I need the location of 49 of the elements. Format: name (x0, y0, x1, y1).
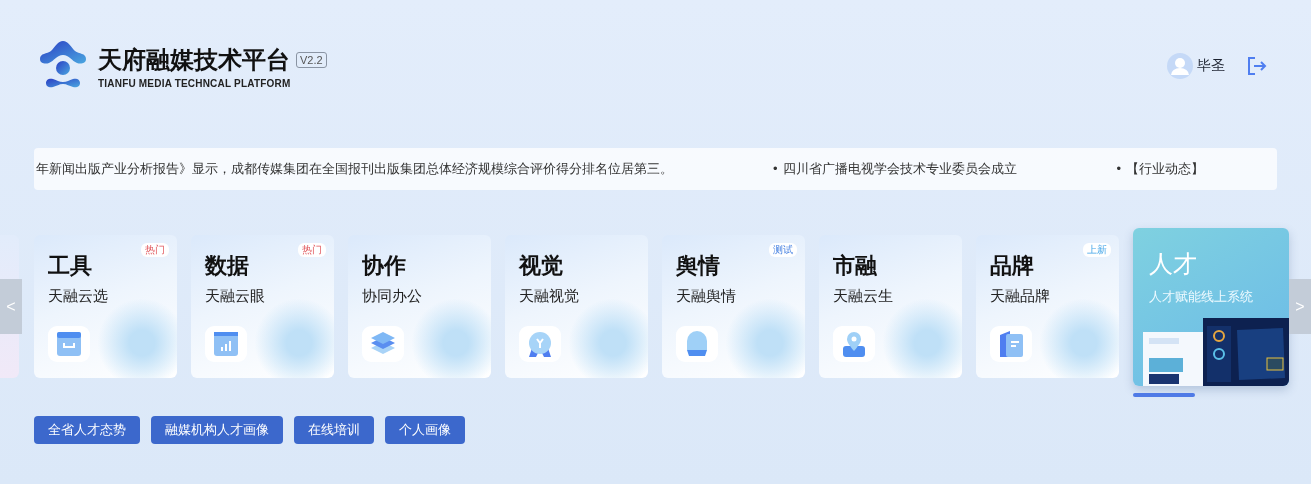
card-subtitle: 天融云选 (48, 287, 108, 306)
app-card[interactable]: 视觉 天融视觉 (505, 235, 648, 378)
doc-icon (990, 326, 1032, 362)
app-card[interactable]: 上新 品牌 天融品牌 (976, 235, 1119, 378)
card-subtitle: 天融舆情 (676, 287, 736, 306)
logout-icon[interactable] (1247, 56, 1267, 76)
user-name[interactable]: 毕圣 (1197, 57, 1225, 75)
box-icon (48, 326, 90, 362)
chart-icon (205, 326, 247, 362)
action-button[interactable]: 在线培训 (294, 416, 374, 444)
card-badge: 上新 (1083, 243, 1111, 257)
action-button[interactable]: 全省人才态势 (34, 416, 140, 444)
app-title: 天府融媒技术平台 (98, 44, 290, 75)
card-title: 协作 (362, 252, 406, 280)
pin-icon (833, 326, 875, 362)
app-card[interactable]: 热门 工具 天融云选 (34, 235, 177, 378)
app-card[interactable]: 热门 数据 天融云眼 (191, 235, 334, 378)
card-title: 品牌 (990, 252, 1034, 280)
app-card[interactable]: 市融 天融云生 (819, 235, 962, 378)
card-title: 数据 (205, 252, 249, 280)
card-subtitle: 人才赋能线上系统 (1149, 288, 1254, 306)
card-title: 人才 (1149, 249, 1198, 279)
medal-icon (519, 326, 561, 362)
news-item[interactable]: 【行业动态】 (1126, 161, 1205, 176)
bell-icon (676, 326, 718, 362)
action-button[interactable]: 个人画像 (385, 416, 465, 444)
layers-icon (362, 326, 404, 362)
card-badge: 热门 (141, 243, 169, 257)
news-item[interactable]: 年新闻出版产业分析报告》显示，成都传媒集团在全国报刊出版集团总体经济规模综合评价得分排名位居第三。 (36, 161, 673, 176)
card-title: 视觉 (519, 252, 563, 280)
app-card[interactable]: 协作 协同办公 (348, 235, 491, 378)
bullet-icon: • (773, 161, 778, 176)
card-title: 市融 (833, 252, 877, 280)
action-button[interactable]: 融媒机构人才画像 (151, 416, 283, 444)
card-subtitle: 天融品牌 (990, 287, 1050, 306)
card-title: 工具 (48, 252, 92, 280)
version-tag: V2.2 (296, 51, 327, 68)
card-title: 舆情 (676, 252, 720, 280)
card-subtitle: 协同办公 (362, 287, 422, 306)
active-indicator (1133, 393, 1195, 397)
app-card[interactable]: 测试 舆情 天融舆情 (662, 235, 805, 378)
card-subtitle: 天融视觉 (519, 287, 579, 306)
card-badge: 测试 (769, 243, 797, 257)
news-item[interactable]: 四川省广播电视学会技术专业委员会成立 (782, 161, 1017, 176)
app-subtitle: TIANFU MEDIA TECHNCAL PLATFORM (98, 77, 292, 89)
card-subtitle: 天融云生 (833, 287, 893, 306)
bullet-icon: • (1116, 161, 1122, 176)
card-badge: 热门 (298, 243, 326, 257)
card-subtitle: 天融云眼 (205, 287, 265, 306)
